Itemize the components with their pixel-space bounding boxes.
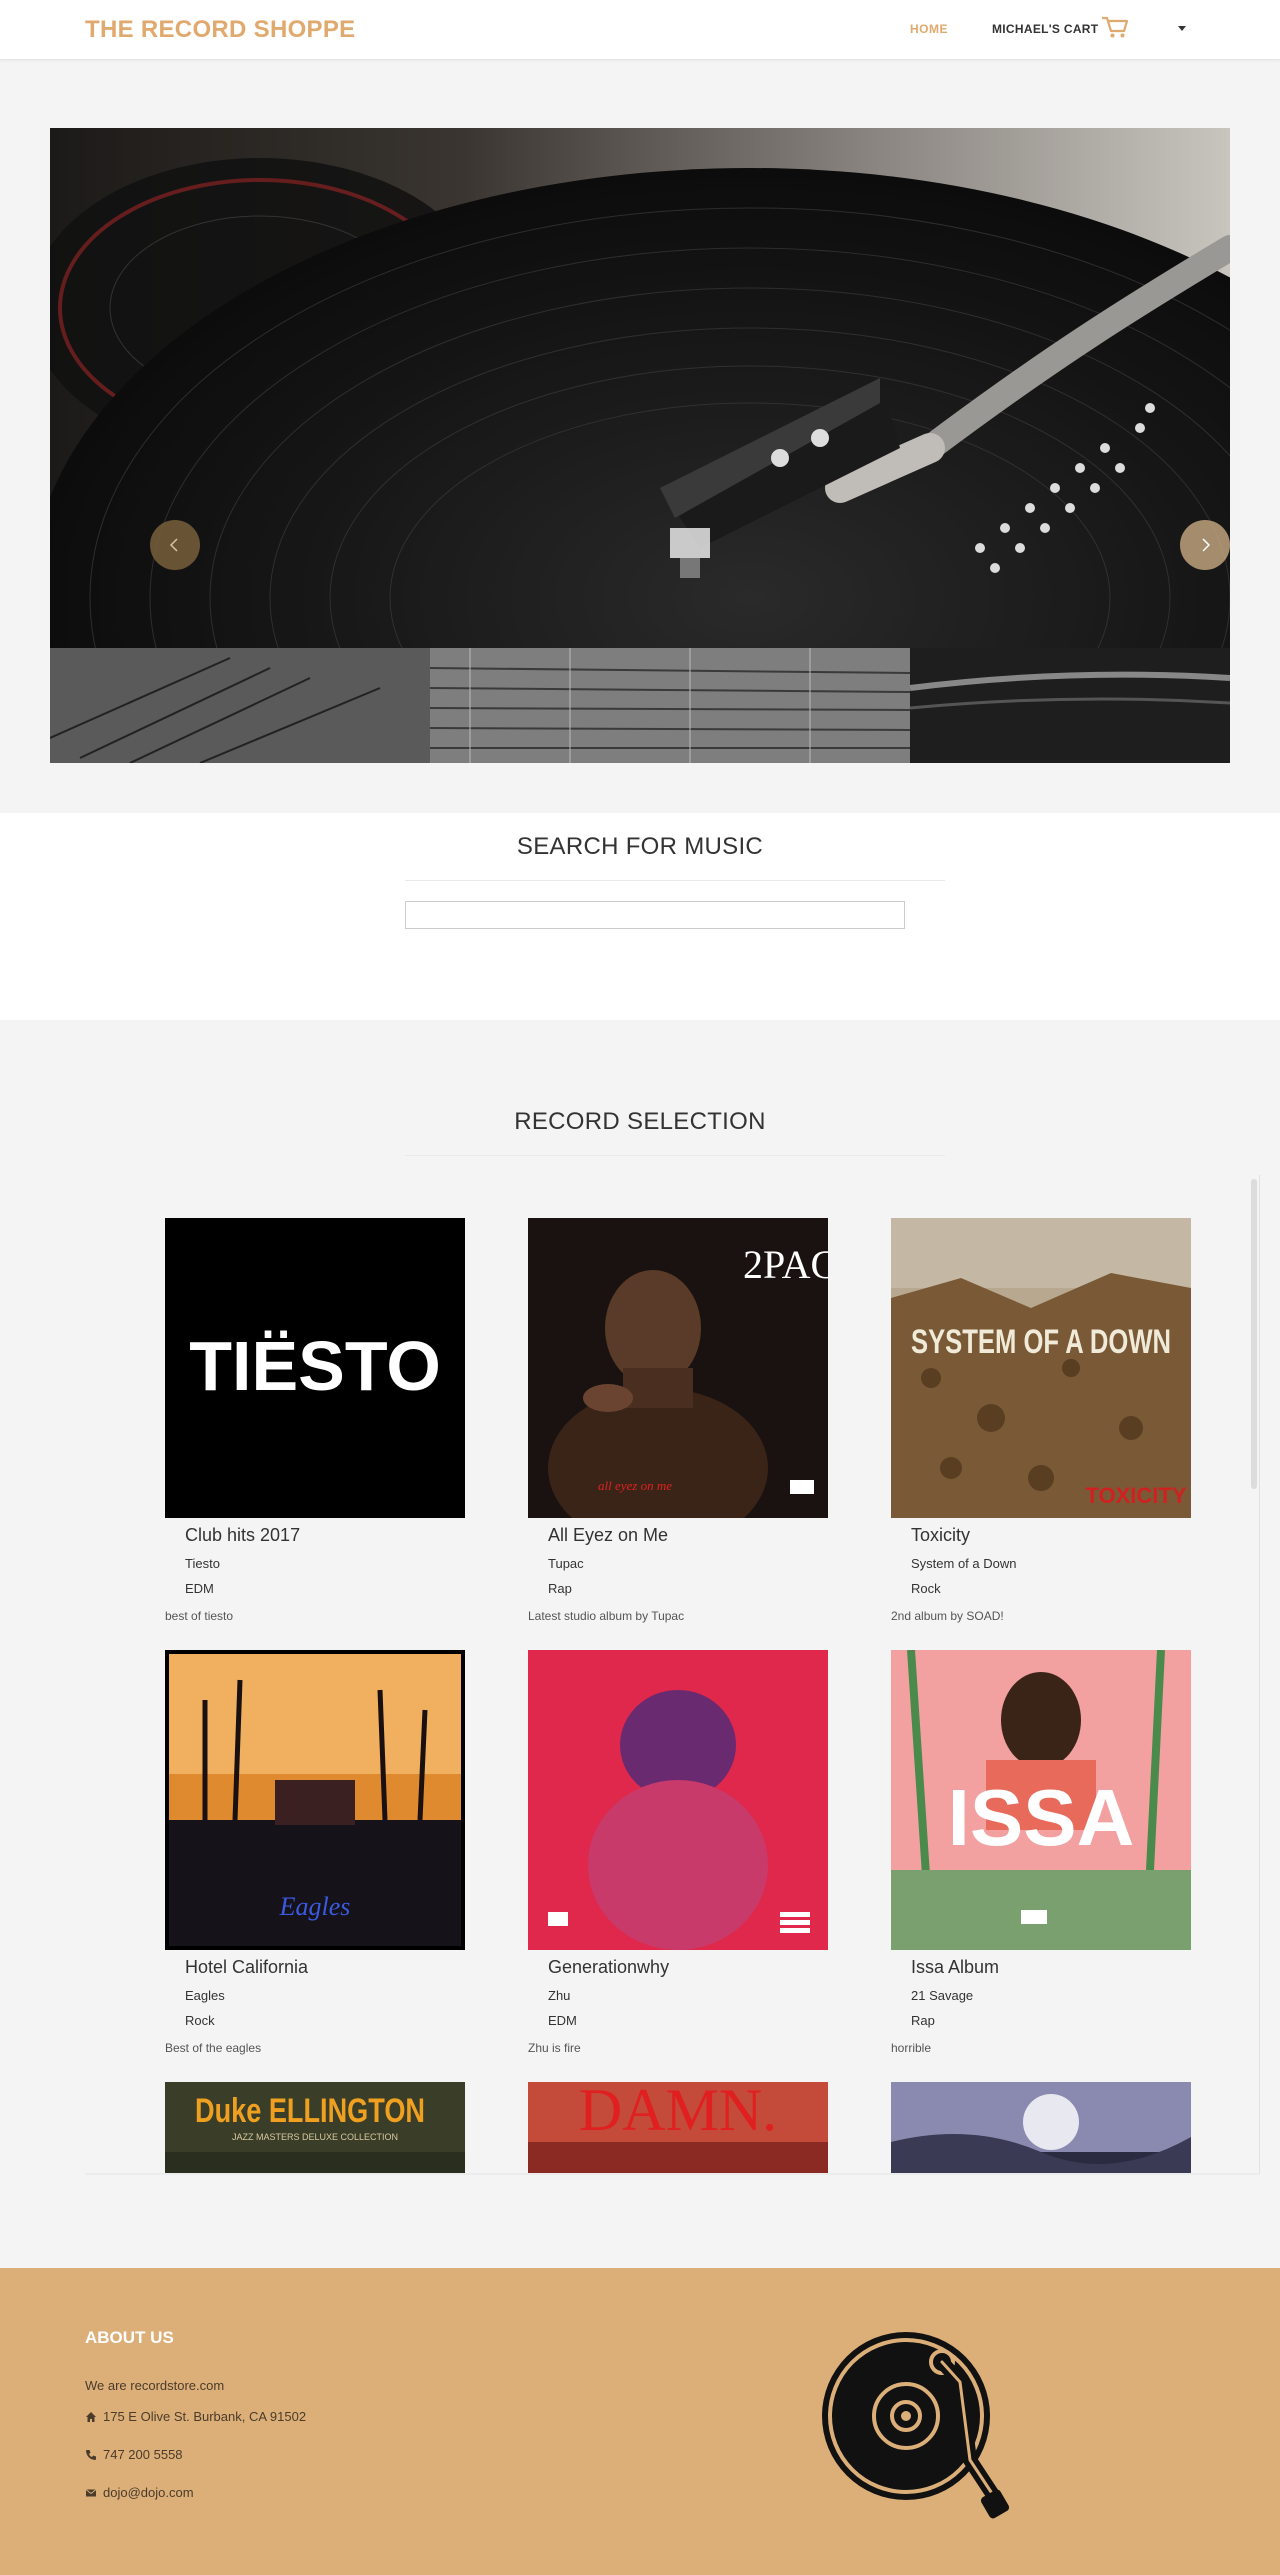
music-search-input[interactable] bbox=[405, 901, 905, 929]
record-artist: System of a Down bbox=[911, 1556, 1017, 1571]
turntable-logo-icon bbox=[822, 2332, 1010, 2519]
album-cover[interactable]: DAMN. bbox=[528, 2082, 828, 2173]
cover-text: TIËSTO bbox=[189, 1327, 441, 1405]
nav-cart-link[interactable]: MICHAEL'S CART bbox=[992, 22, 1098, 36]
about-us-title: ABOUT US bbox=[85, 2328, 174, 2347]
album-cover[interactable]: 2PAC all eyez on me bbox=[528, 1218, 828, 1518]
grid-scrollbar[interactable] bbox=[1251, 1179, 1257, 1489]
record-artist: Tiesto bbox=[185, 1556, 220, 1571]
tagline-text: We are recordstore.com bbox=[85, 2378, 225, 2393]
record-genre: Rap bbox=[911, 2013, 935, 2028]
record-description: Best of the eagles bbox=[165, 2041, 262, 2055]
album-cover[interactable]: Eagles bbox=[165, 1650, 465, 1950]
record-description: Zhu is fire bbox=[528, 2041, 581, 2055]
record-description: Latest studio album by Tupac bbox=[528, 1609, 685, 1623]
cover-text: 2PAC bbox=[743, 1242, 828, 1287]
record-grid[interactable]: TIËSTO Club hits 2017 Tiesto EDM best of… bbox=[85, 1175, 1260, 2175]
record-genre: Rock bbox=[185, 2013, 215, 2028]
record-card[interactable]: ISSA Issa Album 21 Savage Rap horrible bbox=[891, 1650, 1191, 2070]
footer-tagline: We are recordstore.com bbox=[85, 2378, 224, 2393]
album-cover[interactable]: TIËSTO bbox=[165, 1218, 465, 1518]
record-description: horrible bbox=[891, 2041, 932, 2055]
navbar: THE RECORD SHOPPE HOME MICHAEL'S CART bbox=[0, 0, 1280, 60]
album-cover[interactable]: SYSTEM OF A DOWN TOXICITY bbox=[891, 1218, 1191, 1518]
home-icon bbox=[86, 2411, 96, 2422]
record-card[interactable]: Eagles Hotel California Eagles Rock Best… bbox=[165, 1650, 465, 2070]
cover-text: DAMN. bbox=[579, 2082, 777, 2143]
record-genre: Rap bbox=[548, 1581, 572, 1596]
cover-text: ISSA bbox=[948, 1773, 1135, 1862]
record-genre: EDM bbox=[548, 2013, 577, 2028]
record-selection-section: RECORD SELECTION TIËSTO Club hits 2017 T… bbox=[0, 1020, 1280, 2270]
cover-text: Eagles bbox=[279, 1892, 351, 1921]
record-card[interactable]: SYSTEM OF A DOWN TOXICITY Toxicity Syste… bbox=[891, 1218, 1191, 1638]
record-title[interactable]: Toxicity bbox=[911, 1525, 970, 1546]
phone-icon bbox=[86, 2449, 96, 2460]
brand-logo[interactable]: THE RECORD SHOPPE bbox=[85, 16, 355, 44]
title-divider bbox=[405, 1155, 945, 1156]
record-title[interactable]: Hotel California bbox=[185, 1957, 308, 1978]
footer: ABOUT US We are recordstore.com 175 E Ol… bbox=[0, 2268, 1280, 2575]
record-card[interactable]: TIËSTO Club hits 2017 Tiesto EDM best of… bbox=[165, 1218, 465, 1638]
carousel-prev-button[interactable] bbox=[150, 520, 200, 570]
record-card[interactable]: Duke ELLINGTON JAZZ MASTERS DELUXE COLLE… bbox=[165, 2082, 465, 2173]
record-title[interactable]: Issa Album bbox=[911, 1957, 999, 1978]
search-title: SEARCH FOR MUSIC bbox=[516, 833, 764, 860]
email-text[interactable]: dojo@dojo.com bbox=[103, 2485, 194, 2500]
chevron-right-icon bbox=[1202, 538, 1211, 552]
record-description: 2nd album by SOAD! bbox=[891, 1609, 1004, 1623]
cover-subtext: TOXICITY bbox=[1085, 1483, 1186, 1508]
record-title[interactable]: Generationwhy bbox=[548, 1957, 669, 1978]
record-artist: Tupac bbox=[548, 1556, 584, 1571]
album-cover[interactable]: ISSA bbox=[891, 1650, 1191, 1950]
record-card[interactable]: DAMN. bbox=[528, 2082, 828, 2173]
record-description: best of tiesto bbox=[165, 1609, 234, 1623]
record-artist: 21 Savage bbox=[911, 1988, 974, 2003]
cover-text: SYSTEM OF A DOWN bbox=[911, 1323, 1171, 1361]
record-artist: Zhu bbox=[548, 1988, 571, 2003]
record-title[interactable]: Club hits 2017 bbox=[185, 1525, 300, 1546]
chevron-left-icon bbox=[169, 538, 178, 552]
record-genre: EDM bbox=[185, 1581, 214, 1596]
record-title[interactable]: All Eyez on Me bbox=[548, 1525, 668, 1546]
record-card[interactable]: Generationwhy Zhu EDM Zhu is fire bbox=[528, 1650, 828, 2070]
title-divider bbox=[405, 880, 945, 881]
cover-subtext: JAZZ MASTERS DELUXE COLLECTION bbox=[232, 2132, 398, 2142]
envelope-icon bbox=[85, 2488, 97, 2496]
record-genre: Rock bbox=[911, 1581, 941, 1596]
caret-down-icon[interactable] bbox=[1174, 20, 1190, 36]
record-card[interactable]: 2PAC all eyez on me All Eyez on Me Tupac… bbox=[528, 1218, 828, 1638]
turntable-image bbox=[50, 128, 1230, 648]
album-cover[interactable] bbox=[891, 2082, 1191, 2173]
vinyl-stacks-image bbox=[50, 648, 1230, 763]
footer-email: dojo@dojo.com bbox=[85, 2485, 194, 2500]
footer-phone: 747 200 5558 bbox=[85, 2447, 183, 2462]
shopping-cart-icon[interactable] bbox=[1100, 14, 1130, 40]
carousel-next-button[interactable] bbox=[1180, 520, 1230, 570]
record-selection-title: RECORD SELECTION bbox=[514, 1108, 766, 1135]
album-cover[interactable]: Duke ELLINGTON JAZZ MASTERS DELUXE COLLE… bbox=[165, 2082, 465, 2173]
cover-text: Duke ELLINGTON bbox=[195, 2092, 425, 2130]
address-text: 175 E Olive St. Burbank, CA 91502 bbox=[103, 2409, 307, 2424]
record-artist: Eagles bbox=[185, 1988, 225, 2003]
nav-home-link[interactable]: HOME bbox=[910, 22, 948, 36]
hero-carousel bbox=[50, 128, 1230, 763]
album-cover[interactable] bbox=[528, 1650, 828, 1950]
phone-text: 747 200 5558 bbox=[103, 2447, 183, 2462]
footer-address: 175 E Olive St. Burbank, CA 91502 bbox=[85, 2409, 306, 2424]
record-card[interactable] bbox=[891, 2082, 1191, 2173]
cover-subtext: all eyez on me bbox=[598, 1478, 672, 1493]
search-section: SEARCH FOR MUSIC bbox=[0, 813, 1280, 1020]
